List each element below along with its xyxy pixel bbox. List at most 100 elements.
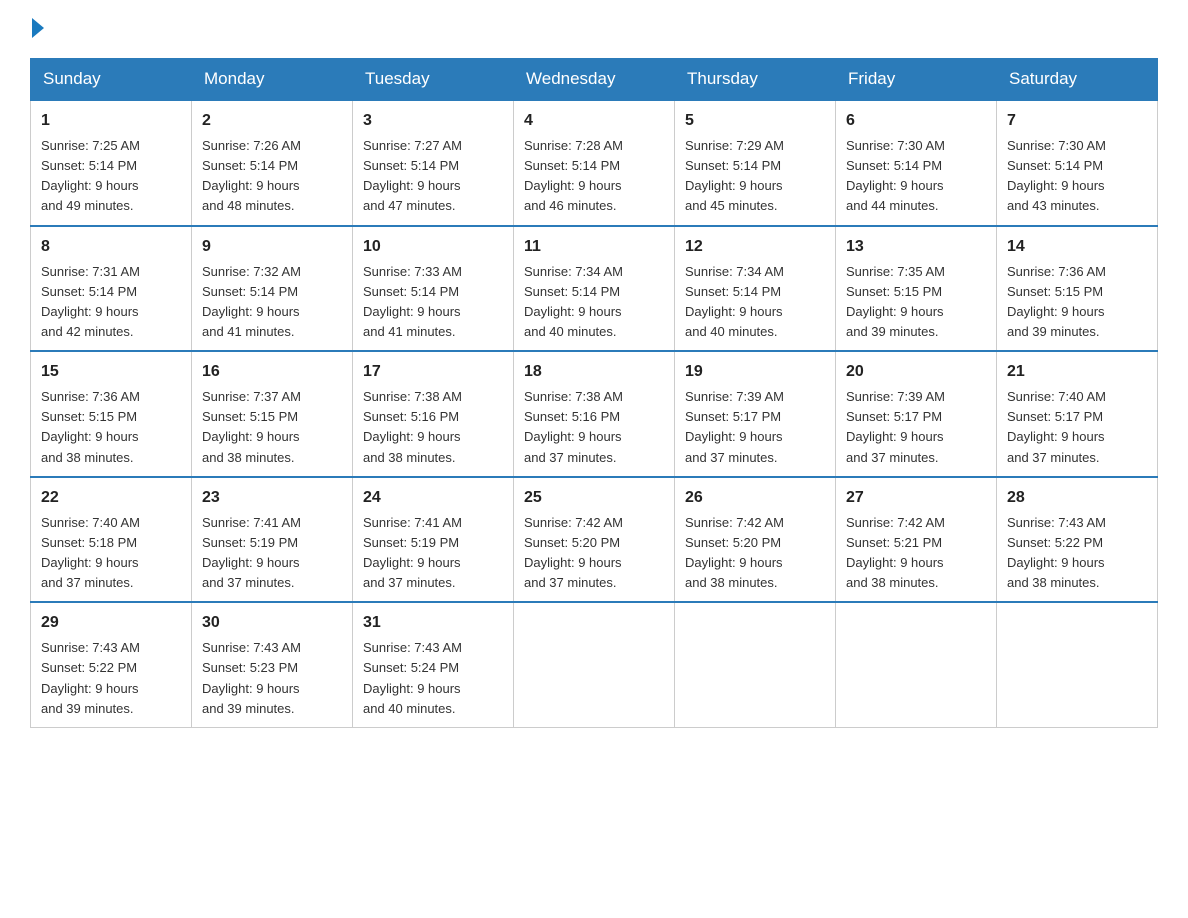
day-info: Sunrise: 7:43 AMSunset: 5:22 PMDaylight:…	[1007, 513, 1147, 594]
day-number: 16	[202, 360, 342, 384]
calendar-day-cell: 29 Sunrise: 7:43 AMSunset: 5:22 PMDayligh…	[31, 602, 192, 727]
day-info: Sunrise: 7:38 AMSunset: 5:16 PMDaylight:…	[524, 387, 664, 468]
day-number: 7	[1007, 109, 1147, 133]
day-info: Sunrise: 7:36 AMSunset: 5:15 PMDaylight:…	[1007, 262, 1147, 343]
calendar-week-row: 22 Sunrise: 7:40 AMSunset: 5:18 PMDayligh…	[31, 477, 1158, 603]
calendar-day-cell: 9Sunrise: 7:32 AMSunset: 5:14 PMDaylight…	[192, 226, 353, 352]
calendar-day-cell: 25 Sunrise: 7:42 AMSunset: 5:20 PMDayligh…	[514, 477, 675, 603]
calendar-day-cell: 28 Sunrise: 7:43 AMSunset: 5:22 PMDayligh…	[997, 477, 1158, 603]
day-number: 6	[846, 109, 986, 133]
day-info: Sunrise: 7:43 AMSunset: 5:22 PMDaylight:…	[41, 638, 181, 719]
day-number: 30	[202, 611, 342, 635]
calendar-day-cell: 1 Sunrise: 7:25 AMSunset: 5:14 PMDaylight…	[31, 100, 192, 226]
day-number: 27	[846, 486, 986, 510]
day-number: 31	[363, 611, 503, 635]
day-number: 8	[41, 235, 181, 259]
day-number: 13	[846, 235, 986, 259]
calendar-day-cell	[997, 602, 1158, 727]
day-info: Sunrise: 7:34 AMSunset: 5:14 PMDaylight:…	[524, 262, 664, 343]
day-info: Sunrise: 7:39 AMSunset: 5:17 PMDaylight:…	[846, 387, 986, 468]
calendar-day-cell: 3 Sunrise: 7:27 AMSunset: 5:14 PMDaylight…	[353, 100, 514, 226]
calendar-day-cell: 2 Sunrise: 7:26 AMSunset: 5:14 PMDaylight…	[192, 100, 353, 226]
day-info: Sunrise: 7:39 AMSunset: 5:17 PMDaylight:…	[685, 387, 825, 468]
calendar-header-wednesday: Wednesday	[514, 59, 675, 101]
calendar-header-tuesday: Tuesday	[353, 59, 514, 101]
page-header	[30, 20, 1158, 38]
calendar-day-cell: 23 Sunrise: 7:41 AMSunset: 5:19 PMDayligh…	[192, 477, 353, 603]
calendar-day-cell: 19 Sunrise: 7:39 AMSunset: 5:17 PMDayligh…	[675, 351, 836, 477]
calendar-header-thursday: Thursday	[675, 59, 836, 101]
calendar-header-monday: Monday	[192, 59, 353, 101]
calendar-day-cell: 31 Sunrise: 7:43 AMSunset: 5:24 PMDayligh…	[353, 602, 514, 727]
calendar-header-sunday: Sunday	[31, 59, 192, 101]
day-number: 11	[524, 235, 664, 259]
day-info: Sunrise: 7:34 AMSunset: 5:14 PMDaylight:…	[685, 262, 825, 343]
day-info: Sunrise: 7:33 AMSunset: 5:14 PMDaylight:…	[363, 262, 503, 343]
day-number: 14	[1007, 235, 1147, 259]
day-info: Sunrise: 7:37 AMSunset: 5:15 PMDaylight:…	[202, 387, 342, 468]
calendar-day-cell: 5Sunrise: 7:29 AMSunset: 5:14 PMDaylight…	[675, 100, 836, 226]
day-number: 21	[1007, 360, 1147, 384]
day-info: Sunrise: 7:41 AMSunset: 5:19 PMDaylight:…	[363, 513, 503, 594]
day-info: Sunrise: 7:36 AMSunset: 5:15 PMDaylight:…	[41, 387, 181, 468]
day-info: Sunrise: 7:43 AMSunset: 5:23 PMDaylight:…	[202, 638, 342, 719]
calendar-day-cell	[514, 602, 675, 727]
calendar-day-cell: 8 Sunrise: 7:31 AMSunset: 5:14 PMDaylight…	[31, 226, 192, 352]
calendar-week-row: 8 Sunrise: 7:31 AMSunset: 5:14 PMDaylight…	[31, 226, 1158, 352]
calendar-header-friday: Friday	[836, 59, 997, 101]
logo	[30, 20, 44, 38]
calendar-day-cell: 14 Sunrise: 7:36 AMSunset: 5:15 PMDayligh…	[997, 226, 1158, 352]
day-number: 25	[524, 486, 664, 510]
day-number: 1	[41, 109, 181, 133]
day-number: 28	[1007, 486, 1147, 510]
day-number: 18	[524, 360, 664, 384]
day-number: 20	[846, 360, 986, 384]
logo-triangle-icon	[32, 18, 44, 38]
day-info: Sunrise: 7:42 AMSunset: 5:20 PMDaylight:…	[524, 513, 664, 594]
calendar-day-cell: 7Sunrise: 7:30 AMSunset: 5:14 PMDaylight…	[997, 100, 1158, 226]
day-number: 9	[202, 235, 342, 259]
day-number: 3	[363, 109, 503, 133]
day-info: Sunrise: 7:26 AMSunset: 5:14 PMDaylight:…	[202, 136, 342, 217]
day-number: 5	[685, 109, 825, 133]
calendar-day-cell: 24 Sunrise: 7:41 AMSunset: 5:19 PMDayligh…	[353, 477, 514, 603]
day-info: Sunrise: 7:40 AMSunset: 5:17 PMDaylight:…	[1007, 387, 1147, 468]
day-number: 19	[685, 360, 825, 384]
calendar-day-cell: 16 Sunrise: 7:37 AMSunset: 5:15 PMDayligh…	[192, 351, 353, 477]
day-info: Sunrise: 7:30 AMSunset: 5:14 PMDaylight:…	[846, 136, 986, 217]
calendar-week-row: 15Sunrise: 7:36 AMSunset: 5:15 PMDayligh…	[31, 351, 1158, 477]
day-info: Sunrise: 7:41 AMSunset: 5:19 PMDaylight:…	[202, 513, 342, 594]
calendar-day-cell: 13 Sunrise: 7:35 AMSunset: 5:15 PMDayligh…	[836, 226, 997, 352]
calendar-day-cell: 26 Sunrise: 7:42 AMSunset: 5:20 PMDayligh…	[675, 477, 836, 603]
day-number: 4	[524, 109, 664, 133]
calendar-day-cell: 22 Sunrise: 7:40 AMSunset: 5:18 PMDayligh…	[31, 477, 192, 603]
calendar-day-cell: 21 Sunrise: 7:40 AMSunset: 5:17 PMDayligh…	[997, 351, 1158, 477]
day-number: 22	[41, 486, 181, 510]
calendar-day-cell: 12Sunrise: 7:34 AMSunset: 5:14 PMDayligh…	[675, 226, 836, 352]
day-info: Sunrise: 7:40 AMSunset: 5:18 PMDaylight:…	[41, 513, 181, 594]
day-info: Sunrise: 7:42 AMSunset: 5:21 PMDaylight:…	[846, 513, 986, 594]
calendar-day-cell	[836, 602, 997, 727]
calendar-week-row: 1 Sunrise: 7:25 AMSunset: 5:14 PMDaylight…	[31, 100, 1158, 226]
day-info: Sunrise: 7:38 AMSunset: 5:16 PMDaylight:…	[363, 387, 503, 468]
day-number: 26	[685, 486, 825, 510]
calendar-day-cell: 4Sunrise: 7:28 AMSunset: 5:14 PMDaylight…	[514, 100, 675, 226]
day-info: Sunrise: 7:27 AMSunset: 5:14 PMDaylight:…	[363, 136, 503, 217]
day-info: Sunrise: 7:35 AMSunset: 5:15 PMDaylight:…	[846, 262, 986, 343]
day-number: 2	[202, 109, 342, 133]
day-number: 24	[363, 486, 503, 510]
day-info: Sunrise: 7:43 AMSunset: 5:24 PMDaylight:…	[363, 638, 503, 719]
day-number: 29	[41, 611, 181, 635]
calendar-header-row: SundayMondayTuesdayWednesdayThursdayFrid…	[31, 59, 1158, 101]
calendar-week-row: 29 Sunrise: 7:43 AMSunset: 5:22 PMDayligh…	[31, 602, 1158, 727]
day-number: 23	[202, 486, 342, 510]
day-info: Sunrise: 7:31 AMSunset: 5:14 PMDaylight:…	[41, 262, 181, 343]
calendar-day-cell: 15Sunrise: 7:36 AMSunset: 5:15 PMDayligh…	[31, 351, 192, 477]
day-info: Sunrise: 7:42 AMSunset: 5:20 PMDaylight:…	[685, 513, 825, 594]
calendar-day-cell	[675, 602, 836, 727]
calendar-day-cell: 20 Sunrise: 7:39 AMSunset: 5:17 PMDayligh…	[836, 351, 997, 477]
calendar-day-cell: 6 Sunrise: 7:30 AMSunset: 5:14 PMDaylight…	[836, 100, 997, 226]
day-number: 17	[363, 360, 503, 384]
calendar-table: SundayMondayTuesdayWednesdayThursdayFrid…	[30, 58, 1158, 728]
day-info: Sunrise: 7:25 AMSunset: 5:14 PMDaylight:…	[41, 136, 181, 217]
